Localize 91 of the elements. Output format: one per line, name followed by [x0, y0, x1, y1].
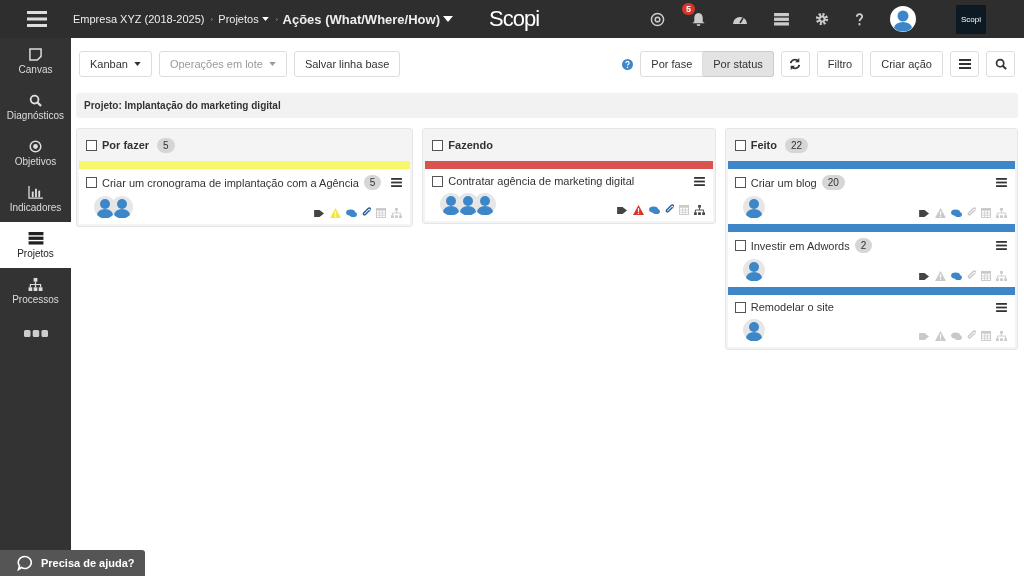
- search-icon: [29, 93, 42, 107]
- count-badge: 2: [854, 238, 873, 253]
- breadcrumb-link[interactable]: Projetos: [218, 13, 269, 25]
- chat-icon: [17, 555, 33, 571]
- caret-icon: [133, 62, 141, 66]
- checkbox[interactable]: [432, 175, 444, 187]
- task-card[interactable]: Contratar agência de marketing digital: [425, 169, 713, 221]
- paperclip-icon[interactable]: [967, 330, 976, 341]
- hierarchy-icon: [28, 277, 43, 291]
- paperclip-icon[interactable]: [664, 204, 674, 215]
- task-title: Contratar agência de marketing digital: [448, 175, 635, 187]
- target-icon: [29, 139, 42, 153]
- refresh-icon: [789, 58, 802, 70]
- settings-icon[interactable]: [815, 12, 829, 26]
- sidebar-item[interactable]: Projetos: [0, 222, 71, 268]
- list-icon: [27, 231, 44, 245]
- column-title: Feito: [750, 139, 777, 151]
- search-icon: [994, 58, 1007, 70]
- create-action-button[interactable]: Criar ação: [870, 51, 943, 77]
- breadcrumb-link[interactable]: Empresa XYZ (2018-2025): [73, 13, 205, 25]
- count-badge: 5: [363, 175, 382, 190]
- comments-icon[interactable]: [951, 209, 962, 218]
- checkbox[interactable]: [734, 301, 746, 313]
- help-icon[interactable]: [622, 58, 634, 70]
- task-card[interactable]: Criar um cronograma de implantação com a Agência 5: [79, 169, 411, 224]
- toolbar-button[interactable]: Salvar linha base: [293, 51, 401, 77]
- breadcrumb-link[interactable]: Ações (What/Where/How): [282, 11, 453, 27]
- menu-icon[interactable]: [27, 11, 47, 27]
- tag-icon[interactable]: [616, 206, 628, 215]
- help-icon[interactable]: [855, 12, 864, 26]
- comments-icon[interactable]: [951, 272, 962, 281]
- note-icon: [29, 47, 42, 61]
- count-badge: 22: [784, 137, 809, 153]
- sidebar-item[interactable]: Canvas: [0, 38, 71, 84]
- checkbox[interactable]: [734, 240, 746, 251]
- view-toggle[interactable]: Por status: [703, 51, 774, 77]
- search-button[interactable]: [986, 51, 1015, 77]
- task-title: Criar um blog: [750, 176, 817, 189]
- brand-logo[interactable]: Scopi: [956, 4, 986, 34]
- paperclip-icon[interactable]: [967, 207, 976, 218]
- tag-icon[interactable]: [919, 209, 930, 218]
- menu-icon[interactable]: [693, 176, 705, 186]
- checkbox[interactable]: [432, 139, 444, 151]
- more-icon[interactable]: [23, 330, 48, 337]
- caret-icon[interactable]: [261, 17, 269, 21]
- view-toggle[interactable]: Por fase: [640, 51, 704, 77]
- toolbar-button[interactable]: Kanban: [79, 51, 152, 77]
- menu-icon[interactable]: [996, 178, 1007, 187]
- refresh-button[interactable]: [780, 51, 810, 77]
- task-card[interactable]: Criar um blog 20: [727, 169, 1015, 224]
- caret-icon[interactable]: [443, 16, 453, 22]
- project-title: Projeto: Implantação do marketing digital: [84, 100, 281, 111]
- list-icon[interactable]: [774, 12, 789, 26]
- count-badge: 20: [821, 175, 845, 190]
- task-title: Criar um cronograma de implantação com a Agência: [102, 176, 359, 189]
- checkbox[interactable]: [734, 139, 746, 151]
- filter-button[interactable]: Filtro: [816, 51, 864, 77]
- menu-icon[interactable]: [391, 178, 403, 187]
- checkbox[interactable]: [86, 139, 97, 151]
- avatar-icon[interactable]: [890, 6, 916, 32]
- menu-icon: [958, 59, 971, 69]
- task-card[interactable]: Remodelar o site: [727, 295, 1015, 347]
- caret-icon: [268, 62, 276, 66]
- bar-chart-icon: [28, 185, 43, 199]
- warning-icon[interactable]: [632, 205, 644, 215]
- sidebar-item[interactable]: Objetivos: [0, 130, 71, 176]
- tag-icon[interactable]: [314, 209, 326, 218]
- task-title: Investir em Adwords: [750, 239, 850, 252]
- hierarchy-icon[interactable]: [693, 205, 705, 215]
- column-title: Fazendo: [448, 139, 493, 151]
- comments-icon[interactable]: [346, 209, 358, 218]
- column-title: Por fazer: [102, 139, 150, 151]
- bell-icon[interactable]: [691, 11, 706, 27]
- task-card[interactable]: Investir em Adwords 2: [727, 232, 1015, 287]
- paperclip-icon[interactable]: [362, 207, 372, 218]
- comments-icon[interactable]: [648, 206, 660, 215]
- checkbox[interactable]: [734, 177, 746, 188]
- menu-button[interactable]: [950, 51, 979, 77]
- sidebar-item[interactable]: Diagnósticos: [0, 84, 71, 130]
- sidebar-item[interactable]: Processos: [0, 268, 71, 314]
- count-badge: 5: [157, 137, 175, 153]
- menu-icon[interactable]: [996, 302, 1007, 312]
- menu-icon[interactable]: [996, 241, 1007, 250]
- task-title: Remodelar o site: [750, 301, 834, 313]
- notification-badge: 5: [682, 2, 695, 15]
- help-chat-button[interactable]: Precisa de ajuda?: [0, 550, 145, 576]
- tag-icon[interactable]: [919, 272, 930, 281]
- checkbox[interactable]: [86, 177, 97, 188]
- logo[interactable]: Scopi: [489, 6, 540, 32]
- sidebar-item[interactable]: Indicadores: [0, 176, 71, 222]
- paperclip-icon[interactable]: [967, 270, 976, 281]
